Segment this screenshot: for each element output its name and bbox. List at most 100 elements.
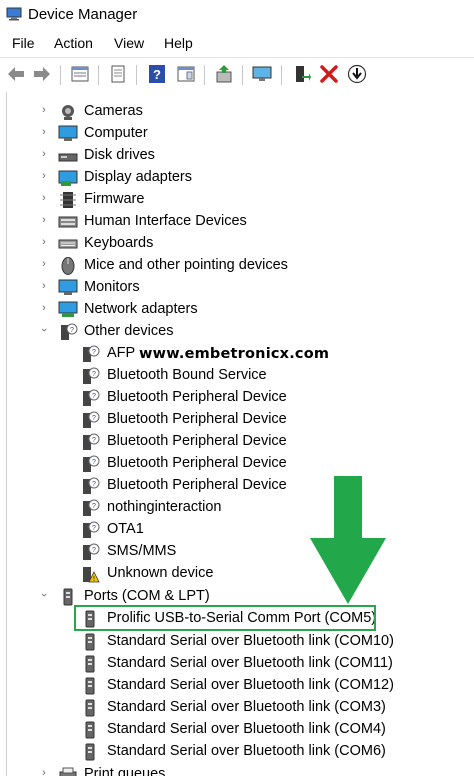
toolbar-separator <box>136 65 137 85</box>
chevron-right-icon[interactable]: › <box>38 148 50 160</box>
tree-item-print-queues[interactable]: › Print queues <box>0 764 474 776</box>
tree-item-label: Bluetooth Peripheral Device <box>107 389 287 405</box>
tree-item-computer[interactable]: › Computer <box>0 123 474 145</box>
unknown-device-icon: ? <box>83 433 100 450</box>
tree-item-cameras[interactable]: › Cameras <box>0 101 474 123</box>
port-icon <box>85 655 95 673</box>
menu-help[interactable]: Help <box>164 35 193 51</box>
tree-item-network-adapters[interactable]: › Network adapters <box>0 299 474 321</box>
monitor-toolbar-icon[interactable] <box>252 64 272 84</box>
tree-child-bluetooth-peripheral[interactable]: ? Bluetooth Peripheral Device <box>0 431 474 453</box>
computer-icon <box>58 125 78 141</box>
svg-text:?: ? <box>92 459 96 466</box>
tree-child-bluetooth-peripheral[interactable]: ? Bluetooth Peripheral Device <box>0 453 474 475</box>
forward-arrow-icon[interactable] <box>32 64 52 84</box>
tree-item-label: Bluetooth Peripheral Device <box>107 433 287 449</box>
tree-item-display-adapters[interactable]: › Display adapters <box>0 167 474 189</box>
properties-grid-icon[interactable] <box>70 64 90 84</box>
help-icon[interactable]: ? <box>147 64 167 84</box>
tree-item-other-devices[interactable]: › ? Other devices <box>0 321 474 343</box>
document-icon[interactable] <box>108 64 128 84</box>
menu-file[interactable]: File <box>12 35 35 51</box>
tree-item-disk-drives[interactable]: › Disk drives <box>0 145 474 167</box>
chevron-right-icon[interactable]: › <box>38 302 50 314</box>
tree-item-label: Monitors <box>84 279 140 295</box>
tree-item-human-interface-devices[interactable]: › Human Interface Devices <box>0 211 474 233</box>
tree-child-bluetooth-peripheral[interactable]: ? Bluetooth Peripheral Device <box>0 387 474 409</box>
tree-item-label: nothinginteraction <box>107 499 222 515</box>
tree-child-ota1[interactable]: ? OTA1 <box>0 519 474 541</box>
tree-item-firmware[interactable]: › Firmware <box>0 189 474 211</box>
unknown-device-icon: ? <box>83 411 100 428</box>
svg-text:?: ? <box>92 371 96 378</box>
tree-child-bt-serial-com10[interactable]: Standard Serial over Bluetooth link (COM… <box>0 631 474 653</box>
tree-child-bt-serial-com4[interactable]: Standard Serial over Bluetooth link (COM… <box>0 719 474 741</box>
scan-hardware-icon[interactable] <box>214 64 234 84</box>
tree-item-label: Standard Serial over Bluetooth link (COM… <box>107 743 386 759</box>
menu-action[interactable]: Action <box>54 35 93 51</box>
tree-item-label: Standard Serial over Bluetooth link (COM… <box>107 677 394 693</box>
chevron-right-icon[interactable]: › <box>38 192 50 204</box>
chevron-right-icon[interactable]: › <box>38 280 50 292</box>
tree-item-label: Disk drives <box>84 147 155 163</box>
tree-item-label: Display adapters <box>84 169 192 185</box>
chevron-right-icon[interactable]: › <box>38 236 50 248</box>
chevron-right-icon[interactable]: › <box>38 170 50 182</box>
toolbar-separator <box>204 65 205 85</box>
port-icon <box>85 633 95 651</box>
disk-drive-icon <box>58 153 78 162</box>
download-circle-icon[interactable] <box>347 64 367 84</box>
tree-item-label: Standard Serial over Bluetooth link (COM… <box>107 655 393 671</box>
unknown-device-icon: ? <box>83 499 100 516</box>
unknown-device-icon: ? <box>83 543 100 560</box>
view-icon[interactable] <box>176 64 196 84</box>
tree-item-label: Unknown device <box>107 565 214 581</box>
back-arrow-icon[interactable] <box>6 64 26 84</box>
chevron-down-icon[interactable]: › <box>38 324 50 336</box>
title-bar: Device Manager <box>0 0 474 30</box>
tree-item-label: Cameras <box>84 103 143 119</box>
tree-child-bluetooth-bound-service[interactable]: ? Bluetooth Bound Service <box>0 365 474 387</box>
tree-item-keyboards[interactable]: › Keyboards <box>0 233 474 255</box>
port-icon <box>63 588 73 606</box>
tree-item-label: Print queues <box>84 766 166 776</box>
tree-child-bt-serial-com6[interactable]: Standard Serial over Bluetooth link (COM… <box>0 741 474 763</box>
chevron-down-icon[interactable]: › <box>38 589 50 601</box>
tree-child-bt-serial-com11[interactable]: Standard Serial over Bluetooth link (COM… <box>0 653 474 675</box>
camera-icon <box>62 105 74 120</box>
chevron-right-icon[interactable]: › <box>38 258 50 270</box>
chevron-right-icon[interactable]: › <box>38 214 50 226</box>
svg-text:?: ? <box>92 547 96 554</box>
port-icon <box>85 699 95 717</box>
chevron-right-icon[interactable]: › <box>38 767 50 776</box>
unknown-device-icon: ? <box>61 323 78 340</box>
unknown-device-icon: ? <box>83 367 100 384</box>
update-driver-icon[interactable] <box>291 64 311 84</box>
tree-child-bluetooth-peripheral[interactable]: ? Bluetooth Peripheral Device <box>0 475 474 497</box>
tree-item-mice[interactable]: › Mice and other pointing devices <box>0 255 474 277</box>
tree-item-label: Ports (COM & LPT) <box>84 588 210 604</box>
chevron-right-icon[interactable]: › <box>38 126 50 138</box>
toolbar-separator <box>60 65 61 85</box>
tree-child-bt-serial-com12[interactable]: Standard Serial over Bluetooth link (COM… <box>0 675 474 697</box>
tree-child-bt-serial-com3[interactable]: Standard Serial over Bluetooth link (COM… <box>0 697 474 719</box>
unknown-device-icon: ? <box>83 521 100 538</box>
tree-child-nothinginteraction[interactable]: ? nothinginteraction <box>0 497 474 519</box>
unknown-device-icon: ? <box>83 389 100 406</box>
menu-view[interactable]: View <box>114 35 144 51</box>
hid-icon <box>58 216 78 228</box>
tree-item-monitors[interactable]: › Monitors <box>0 277 474 299</box>
tree-child-unknown-device[interactable]: ! Unknown device <box>0 563 474 585</box>
tree-child-sms-mms[interactable]: ? SMS/MMS <box>0 541 474 563</box>
tree-item-label: Other devices <box>84 323 174 339</box>
svg-text:?: ? <box>92 437 96 444</box>
tree-child-bluetooth-peripheral[interactable]: ? Bluetooth Peripheral Device <box>0 409 474 431</box>
firmware-icon <box>60 192 76 208</box>
svg-text:?: ? <box>92 415 96 422</box>
toolbar-separator <box>281 65 282 85</box>
toolbar: ? <box>0 57 474 93</box>
window-title: Device Manager <box>28 6 138 23</box>
chevron-right-icon[interactable]: › <box>38 104 50 116</box>
printer-icon <box>59 767 77 776</box>
uninstall-x-icon[interactable] <box>319 64 339 84</box>
